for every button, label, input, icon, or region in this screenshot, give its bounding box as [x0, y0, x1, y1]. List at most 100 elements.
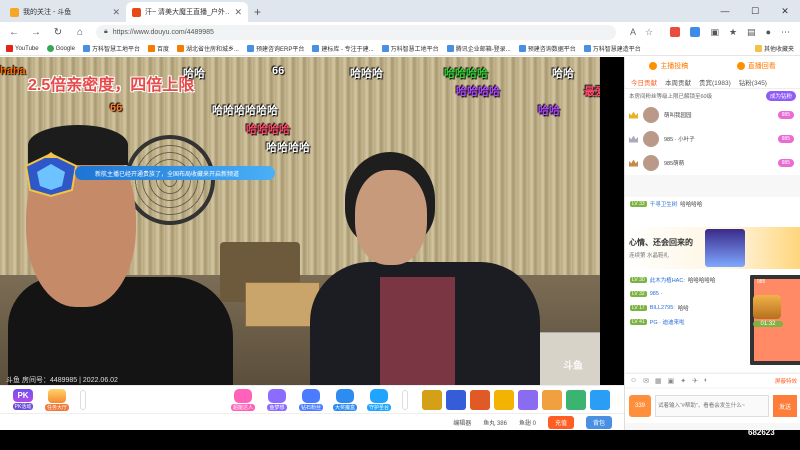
- grid-icon[interactable]: ▦: [655, 377, 662, 385]
- danmu-comment: 哈哈哈哈: [444, 68, 488, 80]
- maximize-icon[interactable]: ☐: [740, 0, 770, 22]
- new-tab-icon[interactable]: +: [254, 5, 261, 19]
- bookmark-hubei[interactable]: 湖北省住房和城乡...: [176, 44, 239, 53]
- tab-week-contribution[interactable]: 本周贡献: [665, 77, 691, 87]
- feature-magic-box[interactable]: 大奖魔盒: [328, 388, 362, 411]
- pk-activity-button[interactable]: PK PK活动: [6, 389, 40, 410]
- chat-input-area: 339 发送: [625, 389, 800, 423]
- bookmark-data-platform[interactable]: 预建咨询数据平台: [518, 44, 576, 53]
- recharge-button[interactable]: 充值: [547, 415, 574, 429]
- read-aloud-icon[interactable]: A: [630, 27, 636, 38]
- bookmark-baidu[interactable]: 百度: [147, 44, 169, 53]
- more-menu-icon[interactable]: ⋯: [781, 27, 790, 38]
- rank-row[interactable]: 萌叫我园园 985: [625, 103, 800, 127]
- tab-actions-icon[interactable]: ▤: [747, 27, 756, 38]
- avatar: [643, 155, 659, 171]
- bookmark-label: Google: [55, 45, 75, 52]
- backpack-button[interactable]: 背包: [585, 415, 612, 429]
- close-tab-icon[interactable]: ✕: [234, 7, 242, 18]
- feature-fish-dream[interactable]: 鱼梦想: [260, 388, 294, 411]
- bookmark-erp[interactable]: 预建咨询ERP平台: [246, 44, 304, 53]
- gift-item[interactable]: [566, 389, 586, 410]
- feature-super-talent[interactable]: 超能达人: [226, 388, 260, 411]
- profile-avatar-icon[interactable]: ●: [766, 27, 771, 38]
- close-tab-icon[interactable]: ✕: [112, 7, 120, 18]
- bookmark-tencent-mail[interactable]: 腾讯企业邮箱-登录...: [446, 44, 511, 53]
- tab-vip[interactable]: 贵宾(1983): [699, 77, 731, 87]
- chat-username[interactable]: 此木为植HAC:: [650, 276, 685, 284]
- task-hall-button[interactable]: 任务大厅: [40, 388, 74, 411]
- gift-item[interactable]: [494, 389, 514, 410]
- reload-icon[interactable]: ↻: [52, 27, 64, 38]
- gift-item[interactable]: [590, 389, 610, 410]
- extension-icon[interactable]: [690, 26, 701, 37]
- gift-count-icon[interactable]: 339: [629, 395, 651, 417]
- url-actions: A ☆: [630, 27, 653, 38]
- site-icon: [176, 45, 184, 52]
- sparkle-icon[interactable]: ✦: [680, 377, 686, 385]
- bronze-crown-icon: [629, 159, 638, 167]
- send-button[interactable]: 发送: [773, 395, 797, 417]
- gift-item[interactable]: [470, 389, 490, 410]
- tab-diamond-fans[interactable]: 钻粉(345): [739, 77, 767, 87]
- bookmark-jianbiaoku[interactable]: 建标库 - 专注于建...: [312, 44, 374, 53]
- back-icon[interactable]: ←: [8, 27, 20, 38]
- danmu-comment: 哈哈哈哈: [456, 86, 500, 98]
- emoji-icon[interactable]: ☺: [630, 377, 637, 384]
- bookmark-vanke-build[interactable]: 万科智慧建造平台: [583, 44, 641, 53]
- minimize-icon[interactable]: —: [710, 0, 740, 22]
- rank-username: 萌叫我园园: [664, 113, 692, 119]
- block-effects-toggle[interactable]: 屏蔽特效: [775, 377, 797, 385]
- rank-row[interactable]: 985 · 小叶子 985: [625, 127, 800, 151]
- message-icon[interactable]: ✉: [643, 377, 649, 385]
- bookmark-label: YouTube: [15, 45, 39, 52]
- url-field[interactable]: 🔒︎ https://www.douyu.com/4489985: [96, 24, 616, 40]
- chat-username[interactable]: BILL2795:: [650, 305, 675, 311]
- folder-icon: [754, 45, 762, 52]
- bookmark-label: 其他收藏夹: [763, 47, 794, 53]
- gift-item[interactable]: [446, 389, 466, 410]
- task-hall-label: 任务大厅: [44, 403, 69, 411]
- become-diamond-fan-button[interactable]: 成为钻粉: [765, 91, 796, 101]
- tab-douyu-follow[interactable]: 我的关注 - 斗鱼 ✕: [4, 2, 126, 22]
- chat-input[interactable]: [655, 395, 769, 417]
- favorites-icon[interactable]: ★: [729, 27, 737, 38]
- forward-icon[interactable]: →: [30, 27, 42, 38]
- home-icon[interactable]: ⌂: [74, 27, 86, 38]
- chat-username[interactable]: 千寻卫生树: [650, 200, 678, 208]
- treasure-chest[interactable]: 01:32: [753, 295, 783, 335]
- tab-live-room[interactable]: 汗~ 清美大魔王直播_户外… ✕: [126, 2, 248, 22]
- gift-item[interactable]: [518, 389, 538, 410]
- tab-title: 我的关注 - 斗鱼: [23, 9, 72, 16]
- replay-link[interactable]: 直播回看: [736, 61, 776, 71]
- noble-broadcast-banner[interactable]: 新航主播已经开通贵族了，全国布局收藏来开启新频道: [75, 166, 275, 180]
- chat-username[interactable]: 985 ·: [650, 291, 663, 297]
- close-window-icon[interactable]: ✕: [770, 0, 800, 22]
- bookmark-label: 万科智慧工地平台: [91, 47, 140, 53]
- collections-icon[interactable]: ▣: [710, 27, 719, 38]
- favorite-star-icon[interactable]: ☆: [645, 27, 653, 38]
- chat-username[interactable]: PG · 迪迪来啦: [650, 318, 685, 326]
- collapse-handle[interactable]: [402, 389, 408, 410]
- bookmark-vanke-site[interactable]: 万科智慧工地平台: [82, 44, 140, 53]
- chat-panel[interactable]: LV 33 985 千寻卫生树 哈哈哈哈 心情、还会回来的 连续第 水晶鞋礼 L…: [625, 197, 800, 372]
- feature-diamond-fans[interactable]: 钻石粉丝: [294, 388, 328, 411]
- editor-link[interactable]: 编辑器: [453, 418, 471, 427]
- rank-row[interactable]: 985萌萌 985: [625, 151, 800, 175]
- gift-item[interactable]: [542, 389, 562, 410]
- video-player[interactable]: 2.5倍亲密度，四倍上限 haha 哈哈 66 哈哈哈 哈哈哈哈 哈哈 66 哈…: [0, 57, 624, 385]
- feature-guardian[interactable]: 守护圣台: [362, 388, 396, 411]
- gift-item[interactable]: [422, 389, 442, 410]
- extension-icon[interactable]: [670, 26, 681, 37]
- tab-today-contribution[interactable]: 今日贡献: [631, 77, 657, 87]
- bookmark-google[interactable]: Google: [46, 45, 75, 52]
- theme-icon[interactable]: ◐: [704, 377, 708, 384]
- bookmark-vanke-site-2[interactable]: 万科智慧工地平台: [381, 44, 439, 53]
- bookmark-other-folder[interactable]: 其他收藏夹: [754, 44, 800, 53]
- streamer-submission-link[interactable]: 主播投稿: [649, 61, 688, 71]
- send-plane-icon[interactable]: ✈: [692, 377, 698, 385]
- collapse-handle[interactable]: [80, 389, 86, 410]
- bookmark-youtube[interactable]: YouTube: [6, 45, 39, 52]
- feature-label: 鱼梦想: [267, 403, 287, 411]
- card-icon[interactable]: ▣: [668, 377, 675, 385]
